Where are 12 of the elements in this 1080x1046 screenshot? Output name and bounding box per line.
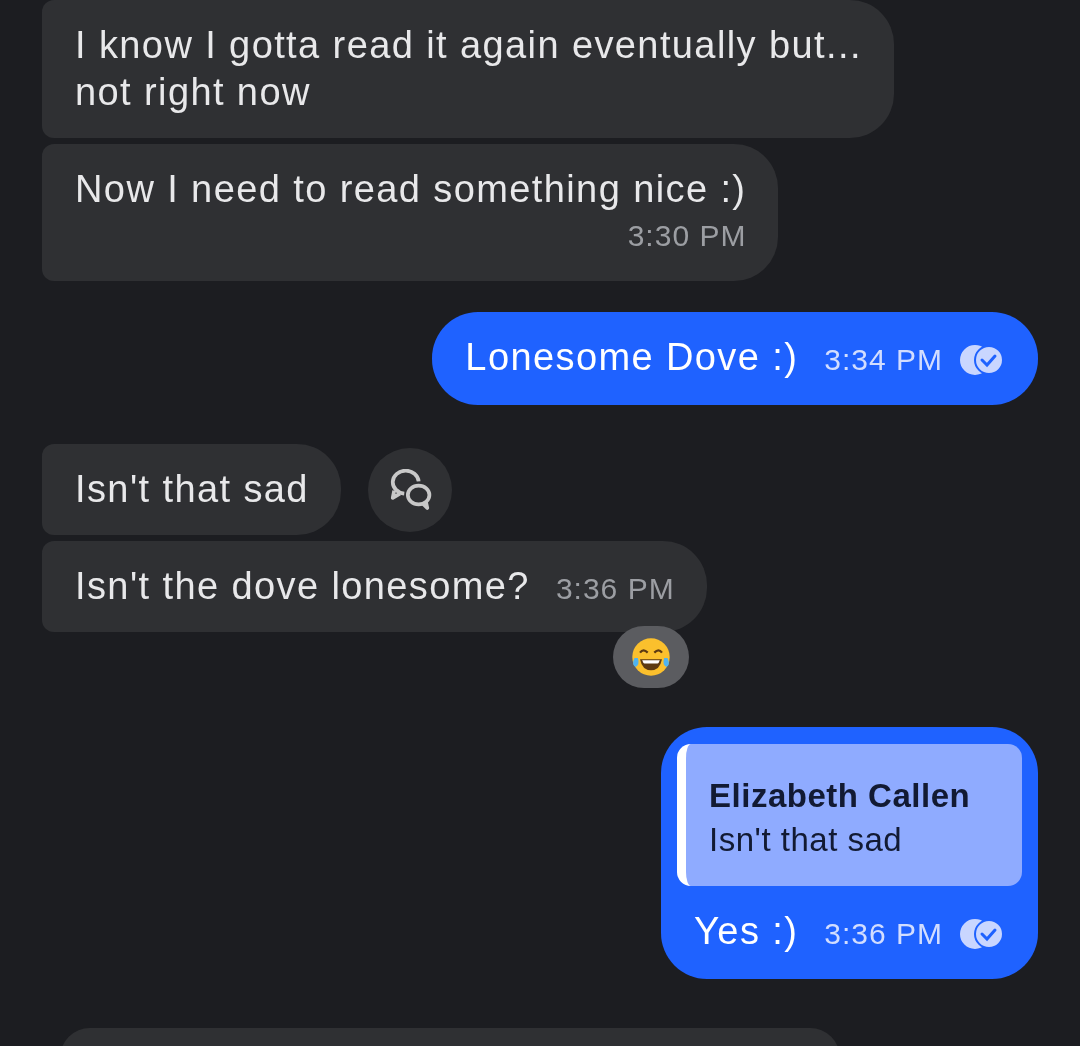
message-time: 3:36 PM: [555, 572, 675, 606]
quote-author: Elizabeth Callen: [709, 776, 972, 816]
message-text: Isn't the dove lonesome?: [75, 564, 530, 609]
message-text: Yes :): [694, 909, 799, 954]
message-time: 3:30 PM: [627, 219, 747, 253]
message-text: I know I gotta read it again eventually but... not right now: [75, 23, 862, 115]
message-time: 3:34 PM: [824, 343, 943, 377]
message-text: Isn't that sad: [75, 467, 309, 512]
message-text: Now I need to read something nice :): [75, 167, 747, 212]
message-time: 3:36 PM: [824, 917, 943, 951]
quote-text: Isn't that sad: [709, 820, 904, 860]
message-text: Lonesome Dove :): [465, 335, 799, 380]
